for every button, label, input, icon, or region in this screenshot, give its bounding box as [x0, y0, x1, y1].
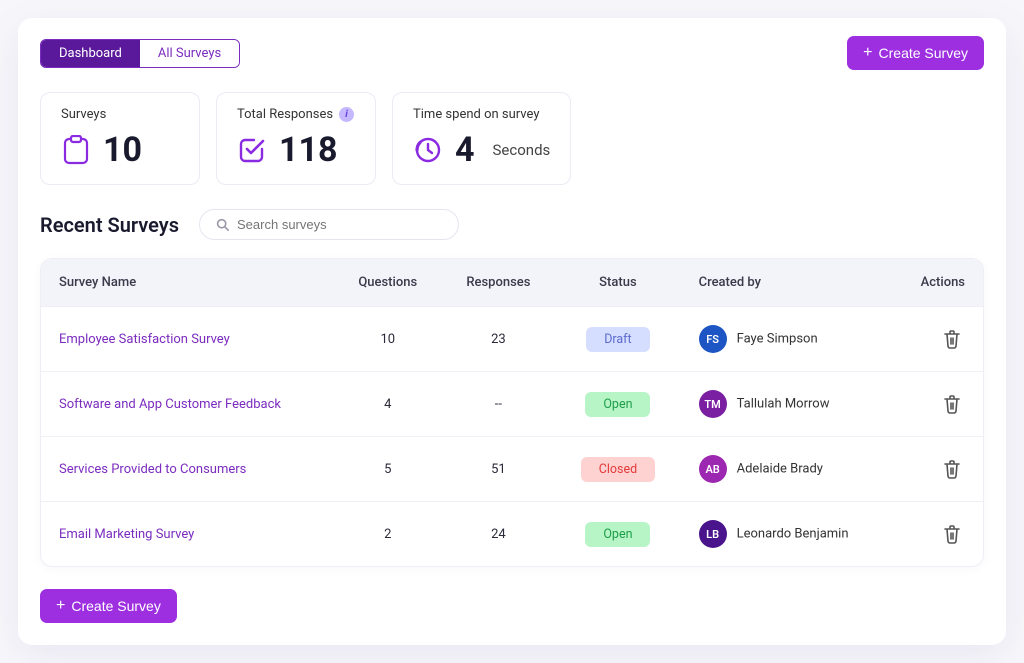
col-responses: Responses	[442, 259, 556, 307]
survey-link[interactable]: Email Marketing Survey	[59, 527, 194, 542]
cell-questions: 4	[334, 372, 442, 437]
stat-suffix: Seconds	[493, 141, 551, 159]
delete-button[interactable]	[939, 520, 965, 548]
stat-value: 10	[103, 130, 142, 170]
cell-questions: 2	[334, 502, 442, 567]
delete-button[interactable]	[939, 455, 965, 483]
section-title: Recent Surveys	[40, 213, 179, 237]
status-badge: Open	[585, 392, 650, 417]
footer: + Create Survey	[40, 589, 984, 623]
info-icon[interactable]: i	[339, 107, 354, 122]
cell-questions: 10	[334, 307, 442, 372]
trash-icon	[943, 459, 961, 479]
trash-icon	[943, 524, 961, 544]
section-head: Recent Surveys	[40, 209, 984, 240]
cell-questions: 5	[334, 437, 442, 502]
stats-row: Surveys 10 Total Responses i	[40, 92, 984, 185]
surveys-table: Survey Name Questions Responses Status C…	[40, 258, 984, 567]
col-status: Status	[555, 259, 680, 307]
stat-value: 118	[279, 130, 338, 170]
stat-title: Total Responses	[237, 107, 333, 122]
user-name: Faye Simpson	[737, 332, 818, 347]
topbar: Dashboard All Surveys + Create Survey	[40, 36, 984, 70]
cell-responses: --	[442, 372, 556, 437]
create-survey-button-bottom[interactable]: + Create Survey	[40, 589, 177, 623]
cell-responses: 24	[442, 502, 556, 567]
user-name: Tallulah Morrow	[737, 397, 830, 412]
clock-icon	[413, 135, 443, 165]
plus-icon: +	[863, 45, 872, 61]
status-badge: Draft	[586, 327, 649, 352]
status-badge: Open	[585, 522, 650, 547]
table-row: Services Provided to Consumers 551 Closed A…	[41, 437, 983, 502]
table-row: Employee Satisfaction Survey 1023 Draft FS F…	[41, 307, 983, 372]
dashboard-page: Dashboard All Surveys + Create Survey Su…	[18, 18, 1006, 645]
col-questions: Questions	[334, 259, 442, 307]
stat-value: 4	[455, 130, 475, 170]
create-survey-button-top[interactable]: + Create Survey	[847, 36, 984, 70]
plus-icon: +	[56, 598, 65, 614]
col-actions: Actions	[892, 259, 983, 307]
survey-link[interactable]: Software and App Customer Feedback	[59, 397, 281, 412]
col-created-by: Created by	[681, 259, 892, 307]
search-icon	[216, 218, 229, 231]
table-row: Email Marketing Survey 224 Open LB Leonardo …	[41, 502, 983, 567]
delete-button[interactable]	[939, 325, 965, 353]
trash-icon	[943, 394, 961, 414]
stat-time: Time spend on survey 4 Seconds	[392, 92, 571, 185]
search-box[interactable]	[199, 209, 459, 240]
user-name: Leonardo Benjamin	[737, 527, 849, 542]
survey-link[interactable]: Services Provided to Consumers	[59, 462, 246, 477]
survey-link[interactable]: Employee Satisfaction Survey	[59, 332, 230, 347]
clipboard-icon	[61, 135, 91, 165]
cell-responses: 51	[442, 437, 556, 502]
tab-dashboard[interactable]: Dashboard	[41, 40, 140, 67]
avatar: LB	[699, 520, 727, 548]
create-survey-label: Create Survey	[879, 45, 968, 61]
table-row: Software and App Customer Feedback 4-- Ope…	[41, 372, 983, 437]
user-name: Adelaide Brady	[737, 462, 823, 477]
delete-button[interactable]	[939, 390, 965, 418]
avatar: AB	[699, 455, 727, 483]
checkbox-icon	[237, 135, 267, 165]
stat-responses: Total Responses i 118	[216, 92, 376, 185]
stat-title: Surveys	[61, 107, 179, 122]
trash-icon	[943, 329, 961, 349]
status-badge: Closed	[581, 457, 655, 482]
view-tabs: Dashboard All Surveys	[40, 39, 240, 68]
tab-all-surveys[interactable]: All Surveys	[140, 40, 239, 67]
avatar: FS	[699, 325, 727, 353]
cell-responses: 23	[442, 307, 556, 372]
table-header-row: Survey Name Questions Responses Status C…	[41, 259, 983, 307]
col-name: Survey Name	[41, 259, 334, 307]
avatar: TM	[699, 390, 727, 418]
stat-title: Time spend on survey	[413, 107, 550, 122]
stat-surveys: Surveys 10	[40, 92, 200, 185]
create-survey-label: Create Survey	[71, 598, 160, 614]
search-input[interactable]	[237, 217, 442, 232]
